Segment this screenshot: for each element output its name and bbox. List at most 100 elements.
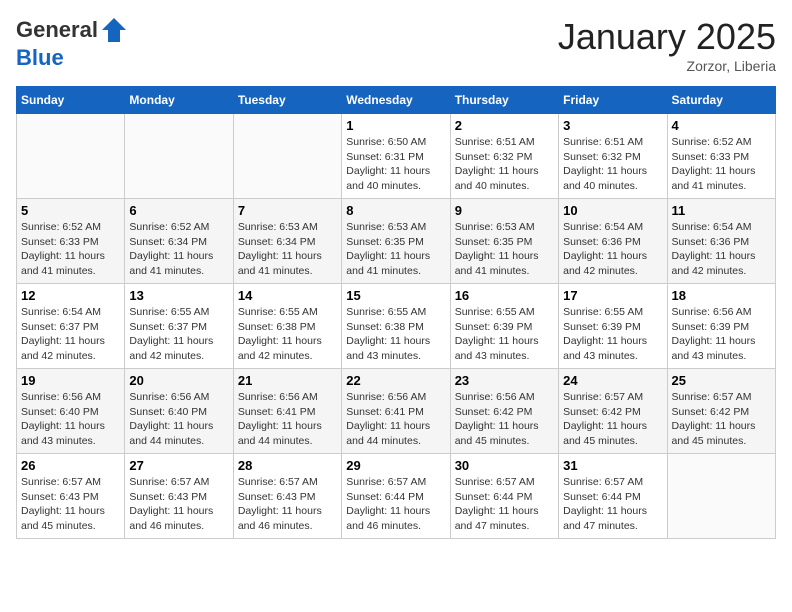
month-title: January 2025 bbox=[558, 16, 776, 58]
day-number: 27 bbox=[129, 458, 228, 473]
calendar-cell bbox=[667, 454, 775, 539]
location: Zorzor, Liberia bbox=[558, 58, 776, 74]
calendar-cell: 20 Sunrise: 6:56 AM Sunset: 6:40 PM Dayli… bbox=[125, 369, 233, 454]
day-info: Sunrise: 6:55 AM Sunset: 6:39 PM Dayligh… bbox=[563, 305, 662, 364]
day-number: 3 bbox=[563, 118, 662, 133]
calendar-cell: 27 Sunrise: 6:57 AM Sunset: 6:43 PM Dayli… bbox=[125, 454, 233, 539]
day-info: Sunrise: 6:54 AM Sunset: 6:36 PM Dayligh… bbox=[672, 220, 771, 279]
weekday-header-thursday: Thursday bbox=[450, 87, 558, 114]
day-info: Sunrise: 6:57 AM Sunset: 6:42 PM Dayligh… bbox=[563, 390, 662, 449]
day-number: 2 bbox=[455, 118, 554, 133]
day-info: Sunrise: 6:56 AM Sunset: 6:42 PM Dayligh… bbox=[455, 390, 554, 449]
day-number: 14 bbox=[238, 288, 337, 303]
day-number: 5 bbox=[21, 203, 120, 218]
calendar-week-row: 1 Sunrise: 6:50 AM Sunset: 6:31 PM Daylig… bbox=[17, 114, 776, 199]
day-number: 10 bbox=[563, 203, 662, 218]
calendar-cell: 17 Sunrise: 6:55 AM Sunset: 6:39 PM Dayli… bbox=[559, 284, 667, 369]
day-number: 9 bbox=[455, 203, 554, 218]
weekday-header-wednesday: Wednesday bbox=[342, 87, 450, 114]
calendar-cell: 28 Sunrise: 6:57 AM Sunset: 6:43 PM Dayli… bbox=[233, 454, 341, 539]
day-number: 30 bbox=[455, 458, 554, 473]
day-info: Sunrise: 6:55 AM Sunset: 6:38 PM Dayligh… bbox=[238, 305, 337, 364]
day-info: Sunrise: 6:56 AM Sunset: 6:39 PM Dayligh… bbox=[672, 305, 771, 364]
calendar-cell: 29Sunrise: 6:57 AM Sunset: 6:44 PM Dayli… bbox=[342, 454, 450, 539]
day-number: 23 bbox=[455, 373, 554, 388]
day-number: 24 bbox=[563, 373, 662, 388]
calendar-week-row: 12Sunrise: 6:54 AM Sunset: 6:37 PM Dayli… bbox=[17, 284, 776, 369]
weekday-header-friday: Friday bbox=[559, 87, 667, 114]
calendar-cell: 24 Sunrise: 6:57 AM Sunset: 6:42 PM Dayli… bbox=[559, 369, 667, 454]
calendar-cell: 3 Sunrise: 6:51 AM Sunset: 6:32 PM Daylig… bbox=[559, 114, 667, 199]
day-number: 1 bbox=[346, 118, 445, 133]
weekday-header-row: SundayMondayTuesdayWednesdayThursdayFrid… bbox=[17, 87, 776, 114]
day-info: Sunrise: 6:51 AM Sunset: 6:32 PM Dayligh… bbox=[563, 135, 662, 194]
day-number: 22 bbox=[346, 373, 445, 388]
day-number: 26 bbox=[21, 458, 120, 473]
day-info: Sunrise: 6:56 AM Sunset: 6:41 PM Dayligh… bbox=[346, 390, 445, 449]
day-info: Sunrise: 6:53 AM Sunset: 6:35 PM Dayligh… bbox=[346, 220, 445, 279]
calendar-cell: 19Sunrise: 6:56 AM Sunset: 6:40 PM Dayli… bbox=[17, 369, 125, 454]
calendar-week-row: 5 Sunrise: 6:52 AM Sunset: 6:33 PM Daylig… bbox=[17, 199, 776, 284]
calendar-cell: 23 Sunrise: 6:56 AM Sunset: 6:42 PM Dayli… bbox=[450, 369, 558, 454]
calendar-cell: 16Sunrise: 6:55 AM Sunset: 6:39 PM Dayli… bbox=[450, 284, 558, 369]
day-info: Sunrise: 6:55 AM Sunset: 6:39 PM Dayligh… bbox=[455, 305, 554, 364]
weekday-header-monday: Monday bbox=[125, 87, 233, 114]
calendar-cell: 1 Sunrise: 6:50 AM Sunset: 6:31 PM Daylig… bbox=[342, 114, 450, 199]
calendar-week-row: 19Sunrise: 6:56 AM Sunset: 6:40 PM Dayli… bbox=[17, 369, 776, 454]
calendar-cell: 25Sunrise: 6:57 AM Sunset: 6:42 PM Dayli… bbox=[667, 369, 775, 454]
day-number: 21 bbox=[238, 373, 337, 388]
day-info: Sunrise: 6:56 AM Sunset: 6:40 PM Dayligh… bbox=[129, 390, 228, 449]
calendar-cell bbox=[233, 114, 341, 199]
calendar-cell: 21 Sunrise: 6:56 AM Sunset: 6:41 PM Dayli… bbox=[233, 369, 341, 454]
calendar-cell: 14 Sunrise: 6:55 AM Sunset: 6:38 PM Dayli… bbox=[233, 284, 341, 369]
day-number: 15 bbox=[346, 288, 445, 303]
title-area: January 2025 Zorzor, Liberia bbox=[558, 16, 776, 74]
calendar-cell: 11 Sunrise: 6:54 AM Sunset: 6:36 PM Dayli… bbox=[667, 199, 775, 284]
calendar-cell bbox=[17, 114, 125, 199]
calendar-table: SundayMondayTuesdayWednesdayThursdayFrid… bbox=[16, 86, 776, 539]
calendar-cell: 15 Sunrise: 6:55 AM Sunset: 6:38 PM Dayli… bbox=[342, 284, 450, 369]
calendar-cell: 22 Sunrise: 6:56 AM Sunset: 6:41 PM Dayli… bbox=[342, 369, 450, 454]
day-info: Sunrise: 6:56 AM Sunset: 6:41 PM Dayligh… bbox=[238, 390, 337, 449]
day-number: 4 bbox=[672, 118, 771, 133]
logo: General Blue bbox=[16, 16, 128, 70]
calendar-cell: 4Sunrise: 6:52 AM Sunset: 6:33 PM Daylig… bbox=[667, 114, 775, 199]
calendar-cell: 2 Sunrise: 6:51 AM Sunset: 6:32 PM Daylig… bbox=[450, 114, 558, 199]
day-number: 28 bbox=[238, 458, 337, 473]
calendar-cell: 30 Sunrise: 6:57 AM Sunset: 6:44 PM Dayli… bbox=[450, 454, 558, 539]
calendar-cell: 13Sunrise: 6:55 AM Sunset: 6:37 PM Dayli… bbox=[125, 284, 233, 369]
day-info: Sunrise: 6:55 AM Sunset: 6:37 PM Dayligh… bbox=[129, 305, 228, 364]
page-header: General Blue January 2025 Zorzor, Liberi… bbox=[16, 16, 776, 74]
day-info: Sunrise: 6:57 AM Sunset: 6:43 PM Dayligh… bbox=[21, 475, 120, 534]
day-info: Sunrise: 6:57 AM Sunset: 6:44 PM Dayligh… bbox=[563, 475, 662, 534]
logo-blue: Blue bbox=[16, 45, 64, 70]
calendar-cell: 31 Sunrise: 6:57 AM Sunset: 6:44 PM Dayli… bbox=[559, 454, 667, 539]
day-number: 17 bbox=[563, 288, 662, 303]
calendar-cell: 10 Sunrise: 6:54 AM Sunset: 6:36 PM Dayli… bbox=[559, 199, 667, 284]
day-info: Sunrise: 6:57 AM Sunset: 6:44 PM Dayligh… bbox=[455, 475, 554, 534]
day-number: 31 bbox=[563, 458, 662, 473]
day-info: Sunrise: 6:55 AM Sunset: 6:38 PM Dayligh… bbox=[346, 305, 445, 364]
day-info: Sunrise: 6:50 AM Sunset: 6:31 PM Dayligh… bbox=[346, 135, 445, 194]
day-info: Sunrise: 6:53 AM Sunset: 6:35 PM Dayligh… bbox=[455, 220, 554, 279]
day-number: 20 bbox=[129, 373, 228, 388]
day-info: Sunrise: 6:51 AM Sunset: 6:32 PM Dayligh… bbox=[455, 135, 554, 194]
calendar-cell bbox=[125, 114, 233, 199]
day-info: Sunrise: 6:57 AM Sunset: 6:44 PM Dayligh… bbox=[346, 475, 445, 534]
calendar-cell: 26 Sunrise: 6:57 AM Sunset: 6:43 PM Dayli… bbox=[17, 454, 125, 539]
weekday-header-sunday: Sunday bbox=[17, 87, 125, 114]
calendar-cell: 8Sunrise: 6:53 AM Sunset: 6:35 PM Daylig… bbox=[342, 199, 450, 284]
weekday-header-tuesday: Tuesday bbox=[233, 87, 341, 114]
day-info: Sunrise: 6:52 AM Sunset: 6:34 PM Dayligh… bbox=[129, 220, 228, 279]
day-info: Sunrise: 6:54 AM Sunset: 6:36 PM Dayligh… bbox=[563, 220, 662, 279]
day-number: 12 bbox=[21, 288, 120, 303]
calendar-cell: 9 Sunrise: 6:53 AM Sunset: 6:35 PM Daylig… bbox=[450, 199, 558, 284]
day-info: Sunrise: 6:52 AM Sunset: 6:33 PM Dayligh… bbox=[21, 220, 120, 279]
calendar-cell: 18Sunrise: 6:56 AM Sunset: 6:39 PM Dayli… bbox=[667, 284, 775, 369]
calendar-cell: 6Sunrise: 6:52 AM Sunset: 6:34 PM Daylig… bbox=[125, 199, 233, 284]
day-number: 7 bbox=[238, 203, 337, 218]
day-number: 11 bbox=[672, 203, 771, 218]
day-info: Sunrise: 6:57 AM Sunset: 6:43 PM Dayligh… bbox=[238, 475, 337, 534]
day-info: Sunrise: 6:57 AM Sunset: 6:42 PM Dayligh… bbox=[672, 390, 771, 449]
day-info: Sunrise: 6:57 AM Sunset: 6:43 PM Dayligh… bbox=[129, 475, 228, 534]
